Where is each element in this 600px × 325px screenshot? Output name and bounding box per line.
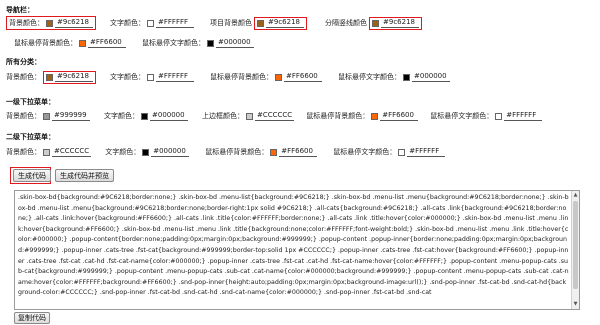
all-cats-hover-bg-label: 鼠标悬停背景颜色： <box>210 73 273 81</box>
nav-item-bg-color-input[interactable]: #9c6218 <box>266 18 304 28</box>
nav-hover-text-swatch[interactable] <box>207 39 214 47</box>
all-cats-hover-bg-swatch[interactable] <box>275 73 282 81</box>
all-cats-bg-input[interactable]: #9c6218 <box>55 72 93 82</box>
nav-text-color-input[interactable]: #FFFFFF <box>156 18 194 28</box>
level2-hover-bg-field: 鼠标悬停背景颜色： #FF6600 <box>205 145 318 159</box>
all-cats-hover-text-input[interactable]: #000000 <box>412 72 450 82</box>
nav-item-bg-color-label: 项目背景颜色 <box>210 19 252 27</box>
all-cats-text-input[interactable]: #FFFFFF <box>156 72 194 82</box>
level1-bg-input[interactable]: #999999 <box>52 111 90 121</box>
all-cats-hover-bg-field: 鼠标悬停背景颜色： #FF6600 <box>210 70 322 84</box>
level1-text-swatch[interactable] <box>141 112 148 120</box>
level1-hover-bg-label: 鼠标悬停背景颜色： <box>306 112 370 120</box>
level2-hover-text-field: 鼠标悬停文字颜色： #FFFFFF <box>333 145 446 159</box>
level1-hover-text-field: 鼠标悬停文字颜色： #FFFFFF <box>430 109 543 123</box>
nav-bg-color-label: 背景颜色： <box>9 19 44 27</box>
nav-row-2: 鼠标悬停背景颜色： #FF6600 鼠标悬停文字颜色： #000000 <box>14 36 254 50</box>
level1-hover-text-label: 鼠标悬停文字颜色： <box>430 112 494 120</box>
level1-border-input[interactable]: #CCCCCC <box>255 111 295 121</box>
level1-hover-text-swatch[interactable] <box>495 112 503 120</box>
level1-text-field: 文字颜色： #000000 <box>104 109 188 123</box>
nav-divider-color-label: 分隔竖线颜色 <box>325 19 367 27</box>
all-cats-text-swatch[interactable] <box>147 73 154 81</box>
nav-divider-highlight: #9c6218 <box>369 16 422 30</box>
level2-text-field: 文字颜色： #000000 <box>105 145 190 159</box>
level1-bg-swatch[interactable] <box>43 112 50 120</box>
level2-bg-field: 背景颜色： #CCCCCC <box>6 145 92 159</box>
code-scrollbar[interactable]: ▲ ▼ <box>571 191 579 309</box>
nav-section-title: 导航栏： <box>6 6 34 14</box>
level1-border-swatch[interactable] <box>246 112 253 120</box>
generate-preview-button[interactable]: 生成代码并预览 <box>55 169 114 182</box>
level2-text-input[interactable]: #000000 <box>151 147 190 157</box>
nav-row-1: 背景颜色： #9c6218 文字颜色： #FFFFFF 项目背景颜色 #9c62… <box>6 16 422 30</box>
level2-row: 背景颜色： #CCCCCC 文字颜色： #000000 鼠标悬停背景颜色： #F… <box>6 145 446 159</box>
level2-text-swatch[interactable] <box>142 148 150 156</box>
nav-text-color-label: 文字颜色： <box>110 19 145 27</box>
generate-code-button[interactable]: 生成代码 <box>13 169 51 182</box>
all-cats-bg-swatch[interactable] <box>46 73 53 81</box>
nav-hover-text-field: 鼠标悬停文字颜色： #000000 <box>142 36 254 50</box>
level1-bg-label: 背景颜色： <box>6 112 41 120</box>
level2-hover-bg-swatch[interactable] <box>270 148 278 156</box>
level2-hover-text-label: 鼠标悬停文字颜色： <box>333 148 397 156</box>
all-cats-bg-highlight: #9c6218 <box>43 70 96 84</box>
level1-border-field: 上边框颜色： #CCCCCC <box>202 109 295 123</box>
level2-text-label: 文字颜色： <box>105 148 141 156</box>
all-cats-hover-text-label: 鼠标悬停文字颜色： <box>338 73 401 81</box>
all-cats-bg-label: 背景颜色： <box>6 73 41 81</box>
level2-hover-bg-label: 鼠标悬停背景颜色： <box>205 148 269 156</box>
scroll-down-icon[interactable]: ▼ <box>572 301 579 308</box>
level1-hover-bg-swatch[interactable] <box>371 112 379 120</box>
code-output-textarea[interactable]: .skin-box-bd{background:#9C6218;border:n… <box>14 190 580 310</box>
level2-section-title: 二级下拉菜单： <box>6 133 55 141</box>
nav-hover-bg-input[interactable]: #FF6600 <box>88 38 126 48</box>
nav-divider-color-swatch[interactable] <box>372 19 379 27</box>
all-cats-text-field: 文字颜色： #FFFFFF <box>110 70 194 84</box>
level2-hover-text-swatch[interactable] <box>398 148 406 156</box>
level2-bg-label: 背景颜色： <box>6 148 41 156</box>
nav-bg-color-field: 背景颜色： #9c6218 <box>6 16 96 30</box>
all-cats-row: 背景颜色： #9c6218 文字颜色： #FFFFFF 鼠标悬停背景颜色： #F… <box>6 70 450 84</box>
all-cats-bg-field: 背景颜色： #9c6218 <box>6 70 96 84</box>
level1-hover-text-input[interactable]: #FFFFFF <box>504 111 543 121</box>
nav-hover-text-input[interactable]: #000000 <box>216 38 254 48</box>
level2-hover-bg-input[interactable]: #FF6600 <box>279 147 318 157</box>
level1-hover-bg-input[interactable]: #FF6600 <box>380 111 419 121</box>
nav-hover-bg-label: 鼠标悬停背景颜色： <box>14 39 77 47</box>
all-cats-hover-text-field: 鼠标悬停文字颜色： #000000 <box>338 70 450 84</box>
level1-section-title: 一级下拉菜单： <box>6 98 55 106</box>
nav-item-bg-color-field: 项目背景颜色 #9c6218 <box>210 16 307 30</box>
nav-hover-bg-field: 鼠标悬停背景颜色： #FF6600 <box>14 36 126 50</box>
level1-bg-field: 背景颜色： #999999 <box>6 109 90 123</box>
nav-hover-text-label: 鼠标悬停文字颜色： <box>142 39 205 47</box>
all-cats-text-label: 文字颜色： <box>110 73 145 81</box>
copy-code-button[interactable]: 复制代码 <box>14 312 50 324</box>
level2-hover-text-input[interactable]: #FFFFFF <box>407 147 446 157</box>
nav-hover-bg-swatch[interactable] <box>79 39 86 47</box>
level1-row: 背景颜色： #999999 文字颜色： #000000 上边框颜色： #CCCC… <box>6 109 543 123</box>
all-cats-hover-text-swatch[interactable] <box>403 73 410 81</box>
level1-border-label: 上边框颜色： <box>202 112 244 120</box>
code-output-text: .skin-box-bd{background:#9C6218;border:n… <box>18 194 569 297</box>
level1-text-input[interactable]: #000000 <box>150 111 188 121</box>
level2-bg-swatch[interactable] <box>43 148 50 156</box>
nav-item-bg-highlight: #9c6218 <box>254 16 307 30</box>
level2-bg-input[interactable]: #CCCCCC <box>52 147 92 157</box>
nav-bg-color-input[interactable]: #9c6218 <box>55 18 93 28</box>
nav-text-color-swatch[interactable] <box>147 19 154 27</box>
scroll-thumb[interactable] <box>573 201 578 289</box>
nav-text-color-field: 文字颜色： #FFFFFF <box>110 16 194 30</box>
nav-divider-color-field: 分隔竖线颜色 #9c6218 <box>325 16 422 30</box>
nav-item-bg-color-swatch[interactable] <box>257 19 264 27</box>
level1-hover-bg-field: 鼠标悬停背景颜色： #FF6600 <box>306 109 419 123</box>
all-cats-hover-bg-input[interactable]: #FF6600 <box>284 72 322 82</box>
nav-bg-color-swatch[interactable] <box>46 19 53 27</box>
all-cats-section-title: 所有分类： <box>6 58 41 66</box>
nav-divider-color-input[interactable]: #9c6218 <box>381 18 419 28</box>
level1-text-label: 文字颜色： <box>104 112 139 120</box>
scroll-up-icon[interactable]: ▲ <box>572 192 579 199</box>
